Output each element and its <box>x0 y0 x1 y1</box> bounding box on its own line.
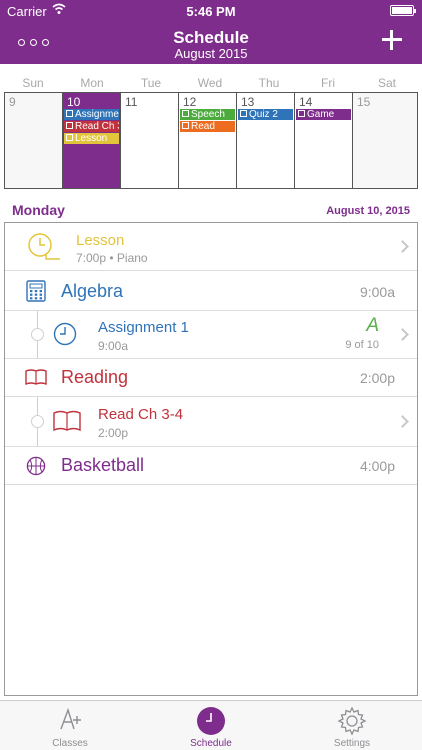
event-label: Lesson <box>75 133 108 144</box>
tab-settings[interactable]: Settings <box>282 701 422 750</box>
calendar-day-selected[interactable]: 10 Assignment 1 Read Ch 3 Lesson <box>63 93 121 188</box>
calendar-event[interactable]: Quiz 2 <box>238 109 293 120</box>
calendar-event[interactable]: Read <box>180 121 235 132</box>
calendar-day[interactable]: 12 Speech Read <box>179 93 237 188</box>
list-item-assignment[interactable]: Assignment 1 9:00a A 9 of 10 <box>5 311 417 359</box>
day-number: 14 <box>299 95 313 109</box>
chevron-right-icon <box>396 240 409 253</box>
calendar-day[interactable]: 15 <box>353 93 417 188</box>
timeline-node <box>31 328 44 341</box>
status-time: 5:46 PM <box>186 4 236 19</box>
chevron-right-icon <box>396 328 409 341</box>
day-number: 10 <box>67 95 81 109</box>
checkbox-icon <box>298 110 305 117</box>
selected-day-name: Monday <box>12 202 65 218</box>
weekday-header: Sun Mon Tue Wed Thu Fri Sat <box>4 76 418 90</box>
schedule-list: Lesson 7:00p • Piano Algebra 9:00a Assig… <box>4 222 418 696</box>
event-label: Read Ch 3 <box>75 121 119 132</box>
item-title: Lesson <box>76 232 125 249</box>
list-item-read-ch[interactable]: Read Ch 3-4 2:00p <box>5 397 417 447</box>
checkbox-icon <box>66 110 73 117</box>
clock-icon <box>66 134 73 141</box>
event-label: Quiz 2 <box>249 109 278 120</box>
day-number: 12 <box>183 95 197 109</box>
checkbox-icon <box>66 122 73 129</box>
class-time: 4:00p <box>359 458 395 474</box>
item-subtitle: 7:00p • Piano <box>76 251 148 265</box>
weekday-label: Thu <box>258 76 280 90</box>
list-item-algebra[interactable]: Algebra 9:00a <box>5 271 417 311</box>
status-bar: Carrier 5:46 PM <box>0 0 422 22</box>
item-subtitle: 9:00a <box>98 339 129 353</box>
add-button[interactable] <box>382 30 402 50</box>
class-title: Algebra <box>61 281 124 301</box>
weekday-label: Sat <box>377 76 396 90</box>
calendar-day[interactable]: 13 Quiz 2 <box>237 93 295 188</box>
battery-icon <box>390 5 416 16</box>
weekday-label: Wed <box>197 76 223 90</box>
calendar-day[interactable]: 14 Game <box>295 93 353 188</box>
event-label: Read <box>191 121 215 132</box>
clock-icon <box>28 233 60 260</box>
page-title: Schedule <box>173 28 249 47</box>
item-title: Assignment 1 <box>98 319 189 336</box>
tab-schedule[interactable]: Schedule <box>141 701 281 750</box>
day-number: 15 <box>357 95 371 109</box>
tab-label: Settings <box>333 738 371 749</box>
day-number: 11 <box>125 95 138 109</box>
tab-bar: Classes Schedule Settings <box>0 700 422 750</box>
weekday-label: Sun <box>22 76 44 90</box>
weekday-label: Mon <box>80 76 104 90</box>
selected-date: August 10, 2015 <box>326 205 410 217</box>
calendar-event[interactable]: Read Ch 3 <box>64 121 119 132</box>
calendar-event[interactable]: Game <box>296 109 351 120</box>
clock-icon <box>53 322 77 346</box>
event-label: Assignment 1 <box>75 109 119 120</box>
basketball-icon <box>26 456 46 476</box>
item-subtitle: 2:00p <box>98 426 129 440</box>
day-number: 13 <box>241 95 255 109</box>
timeline-node <box>31 415 44 428</box>
tab-label: Classes <box>52 738 88 749</box>
grade-badge: A <box>366 315 379 336</box>
checkbox-icon <box>240 110 247 117</box>
calendar-day[interactable]: 9 <box>5 93 63 188</box>
grade-a-plus-icon <box>60 707 81 730</box>
book-icon <box>53 410 81 432</box>
weekday-label: Tue <box>140 76 162 90</box>
calendar-event[interactable]: Speech <box>180 109 235 120</box>
calendar-event[interactable]: Lesson <box>64 133 119 144</box>
list-item-reading[interactable]: Reading 2:00p <box>5 359 417 397</box>
calendar-event[interactable]: Assignment 1 <box>64 109 119 120</box>
class-title: Reading <box>61 367 129 387</box>
score-label: 9 of 10 <box>345 339 379 351</box>
item-title: Read Ch 3-4 <box>98 406 184 423</box>
day-number: 9 <box>9 95 16 109</box>
tab-label: Schedule <box>190 738 232 749</box>
clock-icon <box>197 707 225 735</box>
class-time: 9:00a <box>359 284 395 300</box>
chevron-right-icon <box>396 415 409 428</box>
gear-icon <box>337 706 367 736</box>
nav-header: Carrier 5:46 PM Schedule August 2015 <box>0 0 422 64</box>
tab-classes[interactable]: Classes <box>0 701 140 750</box>
event-label: Speech <box>191 109 225 120</box>
checkbox-icon <box>182 110 189 117</box>
calculator-icon <box>26 280 46 302</box>
list-item-basketball[interactable]: Basketball 4:00p <box>5 447 417 485</box>
class-time: 2:00p <box>359 370 395 386</box>
page-subtitle: August 2015 <box>174 46 248 61</box>
checkbox-icon <box>182 122 189 129</box>
book-icon <box>25 369 47 386</box>
class-title: Basketball <box>61 455 145 475</box>
list-item-lesson[interactable]: Lesson 7:00p • Piano <box>5 223 417 271</box>
calendar-day[interactable]: 11 <box>121 93 179 188</box>
event-label: Game <box>307 109 335 120</box>
weekday-label: Fri <box>321 76 335 90</box>
week-calendar: 9 10 Assignment 1 Read Ch 3 Lesson 11 12… <box>4 92 418 189</box>
